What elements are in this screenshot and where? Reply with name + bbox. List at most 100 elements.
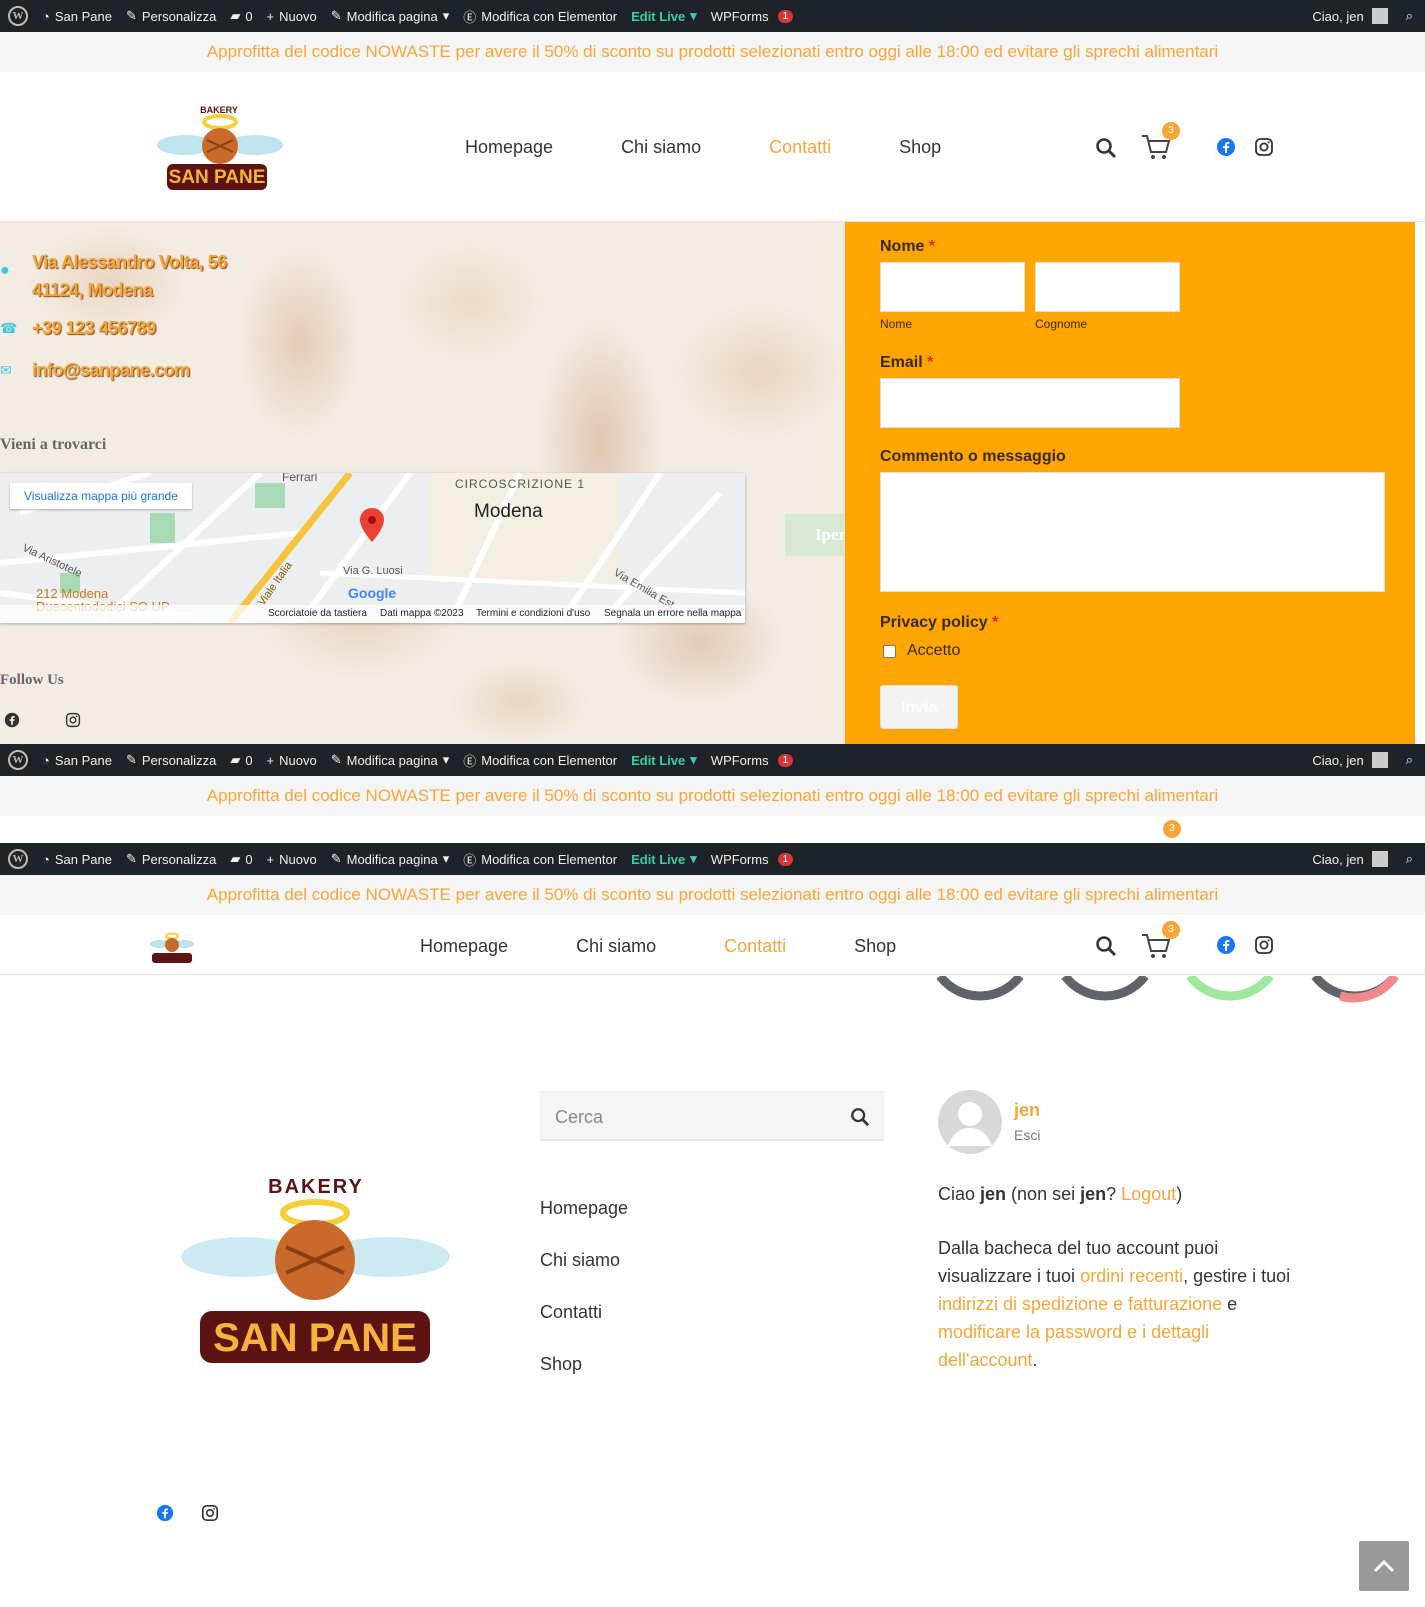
admin-site-link[interactable]: ◔ San Pane bbox=[42, 753, 112, 768]
map-pin-icon[interactable] bbox=[360, 508, 384, 542]
avatar[interactable] bbox=[1371, 8, 1388, 24]
email-link[interactable]: info@sanpane.com bbox=[32, 360, 190, 381]
search-icon[interactable] bbox=[1095, 137, 1117, 159]
avatar[interactable] bbox=[1371, 851, 1388, 867]
footer-link-homepage[interactable]: Homepage bbox=[540, 1198, 628, 1219]
message-label: Commento o messaggio bbox=[880, 448, 1066, 465]
footer-search-input[interactable]: Cerca bbox=[540, 1091, 884, 1141]
instagram-icon[interactable] bbox=[1254, 935, 1274, 955]
wordpress-logo-icon[interactable]: W bbox=[8, 750, 28, 770]
caret-down-icon: ▾ bbox=[690, 851, 697, 866]
map-shortcuts-link[interactable]: Scorciatoie da tastiera bbox=[268, 608, 367, 619]
pencil-icon: ✎ bbox=[330, 851, 342, 866]
search-icon[interactable]: ⌕ bbox=[1406, 851, 1413, 867]
footer-link-contatti[interactable]: Contatti bbox=[540, 1302, 602, 1323]
wordpress-logo-icon[interactable]: W bbox=[8, 849, 28, 869]
instagram-icon[interactable] bbox=[201, 1504, 219, 1522]
notification-badge: 1 bbox=[777, 9, 794, 23]
scroll-to-top-button[interactable] bbox=[1359, 1541, 1409, 1591]
nav-item-chi-siamo[interactable]: Chi siamo bbox=[576, 936, 656, 957]
footer-link-shop[interactable]: Shop bbox=[540, 1354, 582, 1375]
accept-label[interactable]: Accetto bbox=[907, 642, 960, 660]
admin-elementor-link[interactable]: Ⓔ Modifica con Elementor bbox=[463, 7, 617, 26]
admin-wpforms-link[interactable]: WPForms 1 bbox=[711, 852, 794, 867]
facebook-icon[interactable] bbox=[156, 1504, 174, 1522]
search-icon[interactable]: ⌕ bbox=[1406, 752, 1413, 768]
google-map[interactable]: Visualizza mappa più grande Ferrari CIRC… bbox=[0, 473, 745, 623]
message-textarea[interactable] bbox=[880, 472, 1385, 592]
nav-item-contatti[interactable]: Contatti bbox=[724, 936, 786, 957]
privacy-checkbox[interactable] bbox=[883, 645, 896, 658]
nav-item-homepage[interactable]: Homepage bbox=[420, 936, 508, 957]
instagram-icon[interactable] bbox=[1254, 137, 1274, 157]
facebook-icon[interactable] bbox=[4, 712, 20, 728]
site-logo[interactable]: SAN PANE BAKERY bbox=[155, 100, 285, 195]
contact-section: ● Via Alessandro Volta, 56 41124, Modena… bbox=[0, 222, 845, 744]
email-icon: ✉ bbox=[0, 362, 12, 378]
admin-edit-page-link[interactable]: ✎ Modifica pagina ▾ bbox=[331, 8, 450, 24]
admin-wpforms-link[interactable]: WPForms 1 bbox=[711, 9, 794, 24]
admin-customize-link[interactable]: ✎ Personalizza bbox=[126, 851, 216, 867]
admin-greeting[interactable]: Ciao, jen bbox=[1312, 753, 1363, 768]
admin-edit-page-link[interactable]: ✎ Modifica pagina ▾ bbox=[331, 851, 450, 867]
search-icon[interactable] bbox=[850, 1107, 870, 1127]
admin-comments-link[interactable]: ▰ 0 bbox=[230, 851, 252, 867]
admin-site-link[interactable]: ◔ San Pane bbox=[42, 9, 112, 24]
admin-edit-live-link[interactable]: Edit Live ▾ bbox=[631, 752, 697, 768]
admin-greeting[interactable]: Ciao, jen bbox=[1312, 852, 1363, 867]
map-report-link[interactable]: Segnala un errore nella mappa bbox=[604, 608, 741, 619]
admin-new-link[interactable]: + Nuovo bbox=[267, 852, 317, 867]
search-icon[interactable] bbox=[1095, 935, 1117, 957]
account-details-link[interactable]: modificare la password e i dettagli dell… bbox=[938, 1322, 1209, 1370]
admin-new-link[interactable]: + Nuovo bbox=[267, 753, 317, 768]
account-user-name[interactable]: jen bbox=[1014, 1100, 1040, 1121]
recent-orders-link[interactable]: ordini recenti bbox=[1080, 1266, 1183, 1286]
first-name-input[interactable] bbox=[880, 262, 1025, 312]
avatar[interactable] bbox=[1371, 752, 1388, 768]
search-icon[interactable]: ⌕ bbox=[1406, 8, 1413, 24]
comment-icon: ▰ bbox=[230, 851, 241, 866]
addresses-link[interactable]: indirizzi di spedizione e fatturazione bbox=[938, 1294, 1222, 1314]
map-terms-link[interactable]: Termini e condizioni d'uso bbox=[476, 608, 590, 619]
svg-text:SAN PANE: SAN PANE bbox=[169, 167, 266, 188]
account-greeting: Ciao jen (non sei jen? Logout) bbox=[938, 1184, 1183, 1204]
admin-new-link[interactable]: + Nuovo bbox=[267, 9, 317, 24]
caret-down-icon: ▾ bbox=[690, 8, 697, 23]
admin-wpforms-link[interactable]: WPForms 1 bbox=[711, 753, 794, 768]
nav-item-contatti[interactable]: Contatti bbox=[769, 137, 831, 158]
admin-edit-live-link[interactable]: Edit Live ▾ bbox=[631, 851, 697, 867]
email-field[interactable] bbox=[880, 378, 1180, 428]
submit-button[interactable]: Invia bbox=[880, 685, 958, 729]
follow-heading: Follow Us bbox=[0, 672, 64, 688]
footer-logo[interactable]: BAKERY SAN PANE bbox=[178, 1165, 453, 1365]
cart-button[interactable]: 3 bbox=[1140, 921, 1180, 961]
admin-elementor-link[interactable]: Ⓔ Modifica con Elementor bbox=[463, 850, 617, 869]
nav-item-homepage[interactable]: Homepage bbox=[465, 137, 553, 158]
map-footer: Scorciatoie da tastiera Dati mappa ©2023… bbox=[0, 605, 745, 623]
footer-link-chi-siamo[interactable]: Chi siamo bbox=[540, 1250, 620, 1271]
admin-greeting[interactable]: Ciao, jen bbox=[1312, 9, 1363, 24]
logout-link[interactable]: Logout bbox=[1121, 1184, 1176, 1204]
cart-button[interactable]: 3 bbox=[1140, 122, 1180, 162]
enlarge-map-link[interactable]: Visualizza mappa più grande bbox=[10, 483, 192, 509]
admin-site-link[interactable]: ◔ San Pane bbox=[42, 852, 112, 867]
facebook-icon[interactable] bbox=[1216, 935, 1236, 955]
site-logo[interactable] bbox=[148, 928, 196, 964]
logout-small-link[interactable]: Esci bbox=[1014, 1127, 1040, 1143]
admin-customize-link[interactable]: ✎ Personalizza bbox=[126, 752, 216, 768]
admin-comments-link[interactable]: ▰ 0 bbox=[230, 752, 252, 768]
nav-item-shop[interactable]: Shop bbox=[899, 137, 941, 158]
admin-customize-link[interactable]: ✎ Personalizza bbox=[126, 8, 216, 24]
admin-edit-page-link[interactable]: ✎ Modifica pagina ▾ bbox=[331, 752, 450, 768]
nav-item-shop[interactable]: Shop bbox=[854, 936, 896, 957]
nav-item-chi-siamo[interactable]: Chi siamo bbox=[621, 137, 701, 158]
last-name-input[interactable] bbox=[1035, 262, 1180, 312]
admin-comments-link[interactable]: ▰ 0 bbox=[230, 8, 252, 24]
admin-edit-live-link[interactable]: Edit Live ▾ bbox=[631, 8, 697, 24]
admin-elementor-link[interactable]: Ⓔ Modifica con Elementor bbox=[463, 751, 617, 770]
wordpress-logo-icon[interactable]: W bbox=[8, 6, 28, 26]
facebook-icon[interactable] bbox=[1216, 137, 1236, 157]
caret-down-icon: ▾ bbox=[442, 851, 450, 866]
phone-link[interactable]: +39 123 456789 bbox=[32, 318, 156, 339]
instagram-icon[interactable] bbox=[65, 712, 81, 728]
